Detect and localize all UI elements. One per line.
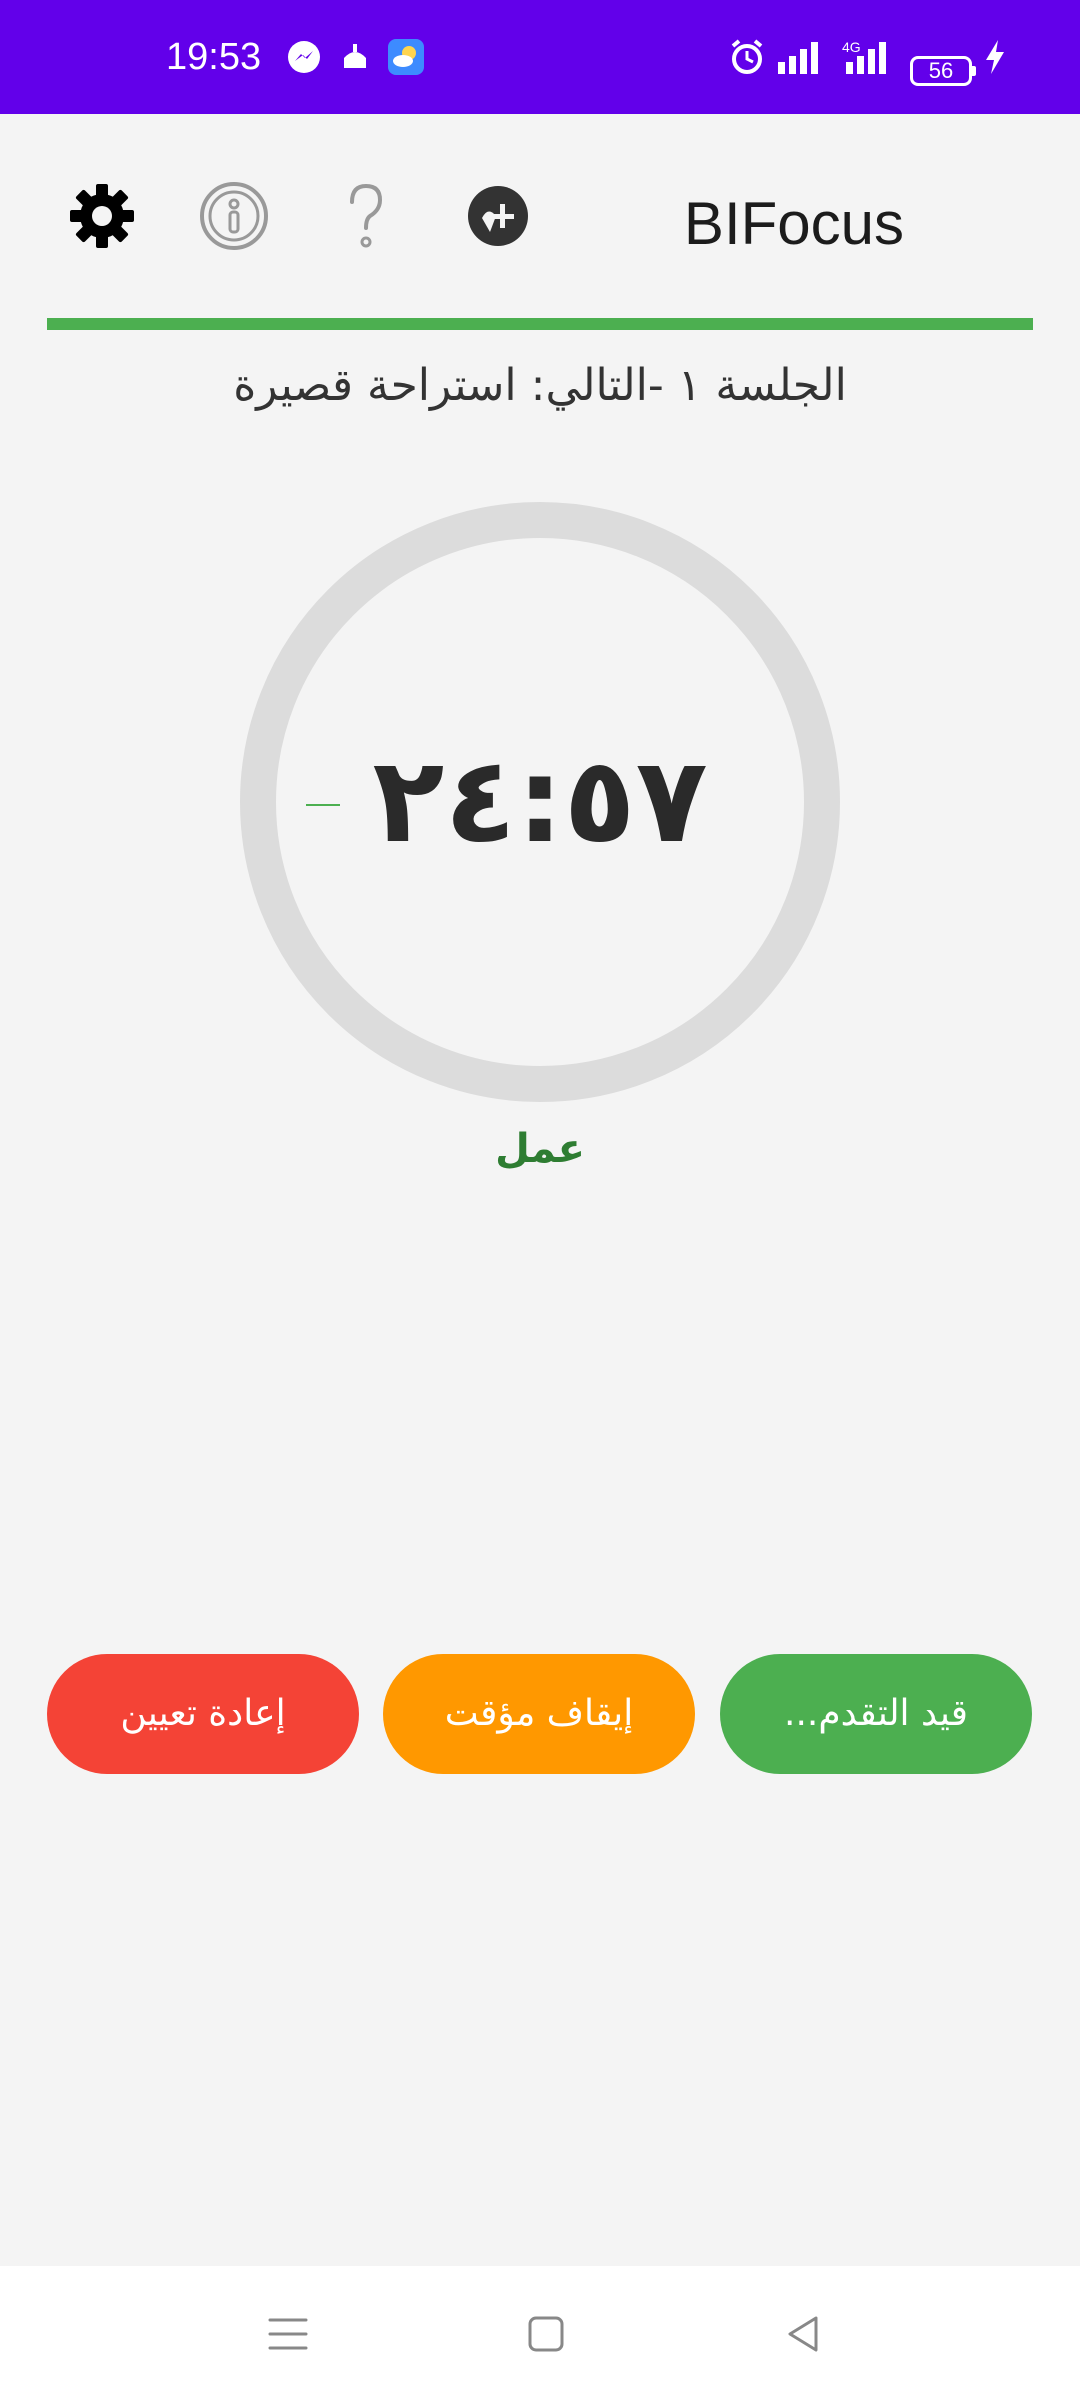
- signal-4g-icon: 4G: [842, 39, 886, 74]
- session-label: الجلسة ١ -التالي: استراحة قصيرة: [233, 360, 847, 411]
- add-icon[interactable]: [458, 176, 538, 256]
- info-icon[interactable]: [194, 176, 274, 256]
- signal-icon: [778, 42, 818, 74]
- navigation-bar: [0, 2266, 1080, 2400]
- timer-display: ٢٤:٥٧: [372, 731, 708, 869]
- help-icon[interactable]: [326, 176, 406, 256]
- app-toolbar: BIFocus: [0, 114, 1080, 314]
- battery-icon: 56: [910, 56, 976, 86]
- status-bar: 19:53 4G 56: [0, 0, 1080, 114]
- pause-button[interactable]: إيقاف مؤقت: [383, 1654, 695, 1774]
- app-title: BIFocus: [683, 190, 904, 257]
- home-icon[interactable]: [516, 2304, 576, 2364]
- timer-mode-label: عمل: [495, 1126, 585, 1172]
- back-icon[interactable]: [774, 2304, 834, 2364]
- svg-text:4G: 4G: [842, 39, 861, 55]
- weather-icon: [388, 39, 424, 75]
- menu-icon[interactable]: [258, 2304, 318, 2364]
- charging-icon: [986, 40, 1004, 74]
- prayer-app-icon: [344, 44, 366, 68]
- status-time: 19:53: [166, 36, 262, 78]
- reset-button[interactable]: إعادة تعيين: [47, 1654, 359, 1774]
- session-progress-bar: [47, 318, 1033, 330]
- in-progress-button[interactable]: قيد التقدم...: [720, 1654, 1032, 1774]
- settings-icon[interactable]: [62, 176, 142, 256]
- messenger-icon: [288, 41, 320, 73]
- alarm-icon: [731, 39, 763, 74]
